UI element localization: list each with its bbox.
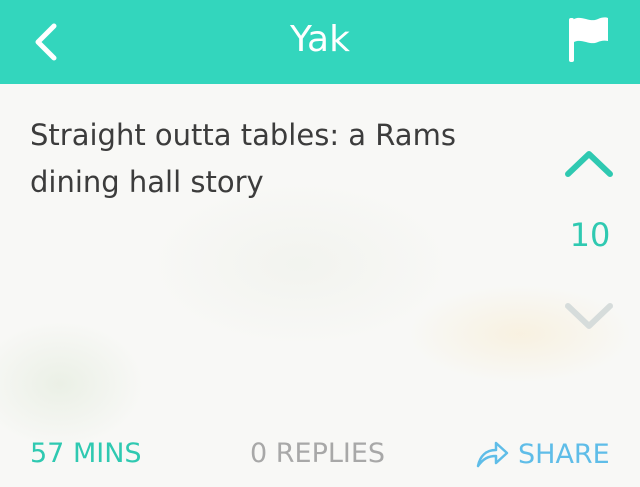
post-detail: Straight outta tables: a Rams dining hal… [0,84,640,487]
back-button[interactable] [28,20,68,64]
downvote-button[interactable] [562,298,616,336]
share-arrow-icon [476,441,509,468]
chevron-down-icon [565,303,613,329]
post-time: 57 MINS [30,438,142,469]
share-label: SHARE [518,438,610,470]
page-title: Yak [290,19,350,60]
flag-icon [569,17,608,62]
chevron-up-icon [565,151,613,177]
replies-count[interactable]: 0 REPLIES [250,438,385,469]
post-text: Straight outta tables: a Rams dining hal… [30,118,456,199]
share-button[interactable]: SHARE [474,434,610,474]
vote-score: 10 [569,216,611,254]
top-nav-bar: Yak [0,0,640,84]
upvote-button[interactable] [562,144,616,182]
report-flag-button[interactable] [564,14,612,66]
chevron-left-icon [35,23,57,61]
